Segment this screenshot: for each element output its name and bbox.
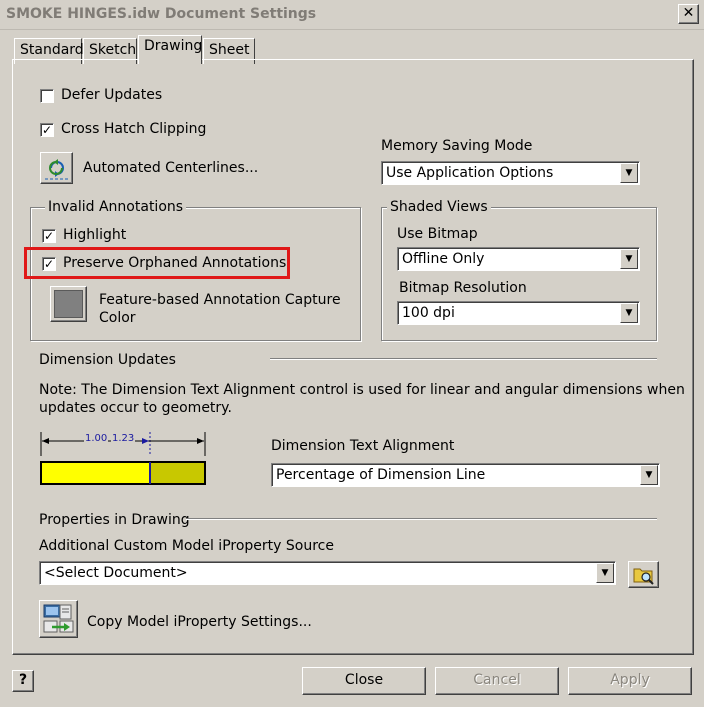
properties-divider <box>186 518 657 520</box>
shaded-views-title: Shaded Views <box>387 199 491 215</box>
automated-centerlines-button[interactable] <box>40 152 73 184</box>
preserve-orphaned-annotations-checkbox[interactable]: ✓ <box>42 257 56 271</box>
custom-model-iproperty-source-label: Additional Custom Model iProperty Source <box>39 538 334 554</box>
dimension-note-line1: Note: The Dimension Text Alignment contr… <box>39 382 685 398</box>
cross-hatch-clipping-label: Cross Hatch Clipping <box>61 121 207 137</box>
memory-saving-mode-value: Use Application Options <box>386 165 554 181</box>
tab-drawing-label: Drawing <box>144 38 203 54</box>
chevron-down-icon[interactable]: ▼ <box>620 303 638 323</box>
bitmap-resolution-value: 100 dpi <box>402 305 455 321</box>
chevron-down-icon[interactable]: ▼ <box>596 563 614 583</box>
chevron-down-icon[interactable]: ▼ <box>620 249 638 269</box>
tab-sheet-label: Sheet <box>209 42 250 58</box>
dimension-preview: 1.00 1.23 <box>38 430 210 488</box>
capture-color-label-line2: Color <box>99 310 136 326</box>
cross-hatch-clipping-checkbox[interactable]: ✓ <box>40 123 54 137</box>
color-swatch <box>54 290 83 318</box>
highlight-label: Highlight <box>63 227 127 243</box>
memory-saving-mode-select[interactable]: Use Application Options ▼ <box>381 161 640 185</box>
help-button[interactable]: ? <box>12 670 34 692</box>
dimension-note-line2: updates occur to geometry. <box>39 400 232 416</box>
defer-updates-label: Defer Updates <box>61 87 163 103</box>
help-icon: ? <box>18 672 28 688</box>
chevron-down-icon[interactable]: ▼ <box>620 163 638 183</box>
close-window-button[interactable]: ✕ <box>678 4 699 24</box>
memory-saving-mode-label: Memory Saving Mode <box>381 138 533 154</box>
properties-in-drawing-title: Properties in Drawing <box>39 512 190 528</box>
bitmap-resolution-select[interactable]: 100 dpi ▼ <box>397 301 640 325</box>
use-bitmap-select[interactable]: Offline Only ▼ <box>397 247 640 271</box>
cancel-button[interactable]: Cancel <box>435 667 559 695</box>
capture-color-label-line1: Feature-based Annotation Capture <box>99 292 341 308</box>
copy-iproperty-icon <box>43 604 74 633</box>
automated-centerlines-label: Automated Centerlines... <box>83 160 259 176</box>
copy-model-iproperty-settings-button[interactable] <box>39 600 78 638</box>
dimension-preview-text-2: 1.23 <box>111 433 136 444</box>
folder-browse-icon <box>633 568 654 585</box>
dimension-text-alignment-value: Percentage of Dimension Line <box>276 467 486 483</box>
window-title: SMOKE HINGES.idw Document Settings <box>6 6 317 22</box>
invalid-annotations-title: Invalid Annotations <box>45 199 187 215</box>
close-button[interactable]: Close <box>302 667 426 695</box>
tab-sketch-label: Sketch <box>89 42 137 58</box>
use-bitmap-value: Offline Only <box>402 251 485 267</box>
custom-model-iproperty-source-value: <Select Document> <box>44 565 188 581</box>
bitmap-resolution-label: Bitmap Resolution <box>399 280 527 296</box>
active-tab-join <box>139 58 201 61</box>
dimension-updates-title: Dimension Updates <box>39 352 176 368</box>
tab-standard-label: Standard <box>20 42 84 58</box>
dimension-text-alignment-label: Dimension Text Alignment <box>271 438 455 454</box>
chevron-down-icon[interactable]: ▼ <box>640 465 658 485</box>
highlight-checkbox[interactable]: ✓ <box>42 229 56 243</box>
title-bar: SMOKE HINGES.idw Document Settings ✕ <box>0 0 704 30</box>
defer-updates-checkbox[interactable] <box>40 89 54 103</box>
use-bitmap-label: Use Bitmap <box>397 226 478 242</box>
dimension-text-alignment-select[interactable]: Percentage of Dimension Line ▼ <box>271 463 660 487</box>
capture-color-button[interactable] <box>50 286 87 322</box>
custom-model-iproperty-source-select[interactable]: <Select Document> ▼ <box>39 561 616 585</box>
dimension-preview-text-1: 1.00 <box>84 433 109 444</box>
browse-document-button[interactable] <box>628 561 659 588</box>
centerlines-icon <box>45 159 68 180</box>
dimension-updates-divider <box>270 358 657 360</box>
apply-button[interactable]: Apply <box>568 667 692 695</box>
preserve-orphaned-annotations-label: Preserve Orphaned Annotations <box>63 255 287 271</box>
copy-model-iproperty-settings-label: Copy Model iProperty Settings... <box>87 614 312 630</box>
